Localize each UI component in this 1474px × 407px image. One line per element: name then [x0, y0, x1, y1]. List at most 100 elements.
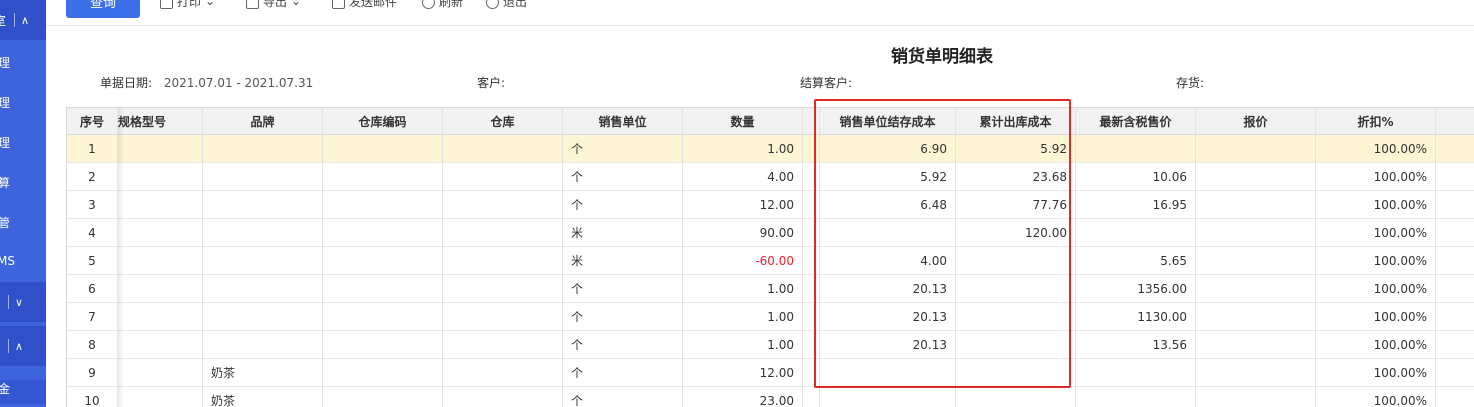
cell-warehouse	[443, 191, 563, 219]
cell-warehouse-code	[323, 387, 443, 407]
table-row[interactable]: 2 个 4.00 5.92 23.68 10.06 100.00%	[67, 163, 1474, 191]
query-button[interactable]: 查询	[66, 0, 140, 18]
cell-spec	[118, 387, 203, 407]
cell-quantity: 1.00	[683, 303, 803, 331]
cell-quantity: -60.00	[683, 247, 803, 275]
cell-discount: 100.00%	[1316, 303, 1436, 331]
cell-discount: 100.00%	[1316, 247, 1436, 275]
sidebar-item-9[interactable]: 金	[0, 380, 46, 404]
cell-seq: 4	[67, 219, 118, 247]
refresh-button[interactable]: 刷新	[422, 0, 463, 12]
print-label: 打印	[177, 0, 202, 9]
cell-warehouse	[443, 387, 563, 407]
exit-button[interactable]: 退出	[486, 0, 527, 12]
cell-brand	[203, 191, 323, 219]
cell-brand	[203, 135, 323, 163]
cell-unit-cost: 20.13	[820, 275, 956, 303]
col-header-unit-cost[interactable]: 销售单位结存成本	[820, 108, 956, 134]
chevron-down-icon: ⌄	[205, 0, 216, 8]
sidebar-group-expanded[interactable]: ∧	[0, 326, 46, 366]
cell-quantity: 23.00	[683, 387, 803, 407]
col-header-brand[interactable]: 品牌	[203, 108, 323, 134]
sidebar-item-2[interactable]: 理	[0, 94, 46, 111]
cell-overflow	[1436, 275, 1474, 303]
cell-discount: 100.00%	[1316, 387, 1436, 407]
divider	[14, 13, 16, 27]
inventory-label: 存货:	[1176, 76, 1205, 90]
table-row[interactable]: 8 个 1.00 20.13 13.56 100.00%	[67, 331, 1474, 359]
cell-sales-unit: 个	[563, 359, 683, 387]
send-email-button[interactable]: 发送邮件	[332, 0, 397, 12]
chevron-up-icon: ∧	[15, 339, 24, 353]
cell-spec	[118, 163, 203, 191]
col-header-quantity[interactable]: 数量	[683, 108, 803, 134]
col-header-overflow	[1436, 108, 1474, 134]
cell-cumulative-cost: 5.92	[956, 135, 1076, 163]
refresh-label: 刷新	[439, 0, 464, 9]
sidebar-item-0[interactable]: 室 ∧	[0, 0, 46, 40]
col-header-sales-unit[interactable]: 销售单位	[563, 108, 683, 134]
cell-latest-price	[1076, 387, 1196, 407]
cell-quantity: 90.00	[683, 219, 803, 247]
cell-warehouse-code	[323, 191, 443, 219]
cell-overflow	[1436, 331, 1474, 359]
cell-brand	[203, 275, 323, 303]
table-row[interactable]: 9 奶茶 个 12.00 100.00%	[67, 359, 1474, 387]
print-button[interactable]: 打印 ⌄	[160, 0, 215, 12]
sidebar-item-label: 理	[0, 96, 11, 110]
chevron-down-icon: ∨	[15, 295, 24, 309]
cell-cumulative-cost: 77.76	[956, 191, 1076, 219]
cell-sales-unit: 个	[563, 191, 683, 219]
cell-latest-price: 13.56	[1076, 331, 1196, 359]
cell-brand: 奶茶	[203, 359, 323, 387]
cell-quantity: 1.00	[683, 135, 803, 163]
table-row[interactable]: 10 奶茶 个 23.00 100.00%	[67, 387, 1474, 407]
cell-discount: 100.00%	[1316, 359, 1436, 387]
table-row[interactable]: 5 米 -60.00 4.00 5.65 100.00%	[67, 247, 1474, 275]
col-header-spacer	[803, 108, 820, 134]
cell-spacer	[803, 163, 820, 191]
sidebar-item-label: 金	[0, 382, 11, 396]
col-header-latest-price[interactable]: 最新含税售价	[1076, 108, 1196, 134]
sidebar-item-6[interactable]: MS	[0, 254, 46, 268]
cell-warehouse	[443, 247, 563, 275]
cell-discount: 100.00%	[1316, 163, 1436, 191]
sidebar-item-5[interactable]: 管	[0, 214, 46, 231]
cell-warehouse	[443, 219, 563, 247]
col-header-warehouse-code[interactable]: 仓库编码	[323, 108, 443, 134]
cell-overflow	[1436, 191, 1474, 219]
cell-warehouse	[443, 359, 563, 387]
col-header-spec[interactable]: 规格型号	[118, 108, 203, 134]
cell-warehouse-code	[323, 135, 443, 163]
col-header-warehouse[interactable]: 仓库	[443, 108, 563, 134]
export-button[interactable]: 导出 ⌄	[246, 0, 301, 12]
refresh-icon	[422, 0, 435, 9]
sidebar-item-4[interactable]: 算	[0, 174, 46, 191]
col-header-cumulative-cost[interactable]: 累计出库成本	[956, 108, 1076, 134]
table-row[interactable]: 4 米 90.00 120.00 100.00%	[67, 219, 1474, 247]
col-header-discount[interactable]: 折扣%	[1316, 108, 1436, 134]
cell-unit-cost: 6.48	[820, 191, 956, 219]
col-header-quote[interactable]: 报价	[1196, 108, 1316, 134]
cell-sales-unit: 米	[563, 247, 683, 275]
table-row[interactable]: 3 个 12.00 6.48 77.76 16.95 100.00%	[67, 191, 1474, 219]
table-row[interactable]: 7 个 1.00 20.13 1130.00 100.00%	[67, 303, 1474, 331]
table-row[interactable]: 1 个 1.00 6.90 5.92 100.00%	[67, 135, 1474, 163]
mail-icon	[332, 0, 345, 9]
cell-overflow	[1436, 135, 1474, 163]
printer-icon	[160, 0, 173, 9]
cell-quote	[1196, 303, 1316, 331]
sidebar-group-collapsed[interactable]: ∨	[0, 282, 46, 322]
cell-latest-price: 16.95	[1076, 191, 1196, 219]
query-button-label: 查询	[89, 0, 116, 11]
cell-spec	[118, 219, 203, 247]
sidebar-item-3[interactable]: 理	[0, 134, 46, 151]
cell-quote	[1196, 387, 1316, 407]
divider	[8, 295, 9, 309]
table-row[interactable]: 6 个 1.00 20.13 1356.00 100.00%	[67, 275, 1474, 303]
toolbar: 查询 打印 ⌄ 导出 ⌄ 发送邮件 刷新 退出	[46, 0, 1474, 26]
col-header-seq[interactable]: 序号	[67, 108, 118, 134]
cell-unit-cost: 4.00	[820, 247, 956, 275]
cell-brand	[203, 331, 323, 359]
cell-unit-cost: 20.13	[820, 303, 956, 331]
